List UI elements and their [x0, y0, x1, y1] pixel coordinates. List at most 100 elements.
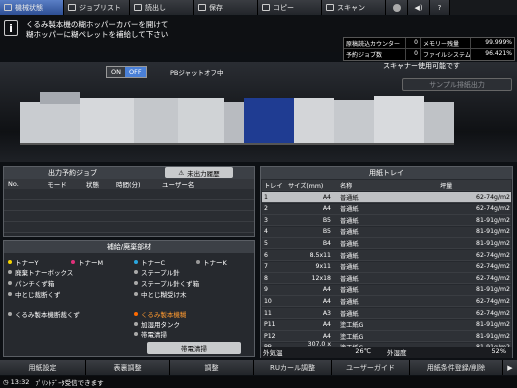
supply-charge-clean: 帯電清掃 [134, 329, 167, 339]
punch-icon [8, 281, 12, 285]
on-option[interactable]: ON [107, 67, 125, 77]
tab-scan[interactable]: スキャン [322, 0, 386, 15]
tray-row[interactable]: 4 B5 普通紙 81-91g/m2 [262, 226, 511, 238]
tray-name: 普通紙 [340, 240, 359, 248]
tray-size: B4 [322, 239, 331, 247]
block-icon [134, 292, 138, 296]
tab-job-list[interactable]: ジョブリスト [64, 0, 130, 15]
filesystem-value: 96.421% [485, 50, 512, 57]
tab-save[interactable]: 保存 [194, 0, 258, 15]
off-option[interactable]: OFF [124, 67, 146, 77]
clean-icon [134, 332, 138, 336]
charge-clean-button[interactable]: 帯電清掃 [147, 342, 241, 354]
filesystem-label: ファイルシステム残量 [421, 49, 471, 60]
tray-row[interactable]: 6 8.5x11 普通紙 62-74g/m2 [262, 250, 511, 261]
tray-row[interactable]: 9 A4 普通紙 81-91g/m2 [262, 284, 511, 296]
outside-temp-label: 外気温 [263, 349, 283, 357]
copy-icon [262, 4, 270, 11]
tray-size: 8.5x11 [309, 251, 331, 259]
adjust-button[interactable]: 調整 [170, 360, 254, 375]
more-button[interactable]: ▶ [503, 360, 517, 375]
job-row[interactable] [4, 200, 254, 211]
job-row[interactable] [4, 189, 254, 200]
tray-size: 9x11 [315, 263, 331, 271]
save-icon [198, 4, 206, 11]
tray-row[interactable]: 2 A4 普通紙 62-74g/m2 [262, 203, 511, 215]
tray-weight: 62-74g/m2 [476, 193, 510, 201]
glue-warning-icon [134, 312, 138, 316]
tray-name: 塗工紙G [340, 333, 364, 341]
tab-machine-status[interactable]: 機械状態 [0, 0, 64, 15]
tray-weight: 81-91g/m2 [476, 286, 510, 294]
tray-size: 12x18 [311, 274, 331, 282]
clock-icon: ◷ [3, 378, 9, 386]
help-icon: ? [437, 3, 442, 12]
tray-name: 普通紙 [340, 217, 359, 225]
bottom-button-bar: 用紙設定 表裏調整 調整 RUカール調整 ユーザーガイド 用紙条件登録/削除 ▶ [0, 360, 517, 375]
tray-weight: 81-91g/m2 [476, 332, 510, 340]
tray-tray: 4 [264, 228, 268, 236]
staple-waste-icon [134, 281, 138, 285]
reserved-jobs-value: 0 [406, 49, 421, 60]
tray-size: B5 [322, 228, 331, 236]
machine-image-area [0, 62, 517, 162]
toner-y-icon [8, 260, 12, 264]
status-text: ﾌﾟﾘﾝﾄﾃﾞｰﾀ受信できます [35, 379, 104, 387]
tray-row[interactable]: P11 A4 塗工紙G 81-91g/m2 [262, 319, 511, 331]
job-row[interactable] [4, 211, 254, 222]
tray-size: A3 [322, 309, 331, 317]
ru-curl-adjust-button[interactable]: RUカール調整 [254, 360, 332, 375]
tray-weight: 62-74g/m2 [476, 205, 510, 213]
status-time: 13:32 [10, 378, 30, 386]
tray-name: 普通紙 [340, 229, 359, 237]
jobs-header: No. モード 状態 時間(分) ユーザー名 [4, 179, 254, 189]
paper-condition-button[interactable]: 用紙条件登録/削除 [410, 360, 503, 375]
pb-power-toggle[interactable]: ON OFF [106, 66, 147, 78]
staple-icon [134, 270, 138, 274]
status-bar: ◷ 13:32 ﾌﾟﾘﾝﾄﾃﾞｰﾀ受信できます [0, 376, 517, 388]
info-icon: i [4, 20, 18, 36]
tab-recall[interactable]: 読出し [130, 0, 194, 15]
tray-header: トレイ サイズ(mm) 名称 坪量 [262, 180, 511, 191]
supplies-title: 補給/廃棄部材 [4, 241, 254, 253]
tray-row[interactable]: 3 B5 普通紙 81-91g/m2 [262, 215, 511, 227]
volume-button[interactable]: ◀) [408, 0, 430, 15]
front-back-adjust-button[interactable]: 表裏調整 [86, 360, 170, 375]
machine-icon [4, 4, 12, 11]
top-tab-bar: 機械状態 ジョブリスト 読出し 保存 コピー スキャン ◀) ? [0, 0, 517, 15]
message-line-2: 糊ホッパーに糊ペレットを補給して下さい [26, 30, 169, 39]
user-guide-button[interactable]: ユーザーガイド [332, 360, 410, 375]
tab-copy[interactable]: コピー [258, 0, 322, 15]
tray-name: 普通紙 [340, 287, 359, 295]
list-icon [68, 4, 76, 11]
help-button[interactable]: ? [430, 0, 450, 15]
tray-row[interactable]: 11 A3 普通紙 62-74g/m2 [262, 308, 511, 319]
tray-size: A4 [322, 286, 331, 294]
tray-row[interactable]: 1 A4 普通紙 62-74g/m2 [262, 192, 511, 203]
supply-toner-y: トナーY [8, 257, 38, 267]
unprinted-history-button[interactable]: ⚠ 未出力履歴 [165, 167, 233, 178]
tray-row[interactable]: 7 9x11 普通紙 62-74g/m2 [262, 261, 511, 273]
tray-row[interactable]: 5 B4 普通紙 81-91g/m2 [262, 238, 511, 250]
paper-tray-panel: 用紙トレイ トレイ サイズ(mm) 名称 坪量 1 A4 普通紙 62-74g/m2 2… [260, 166, 513, 358]
power-button[interactable] [386, 0, 408, 15]
supply-waste-toner: 廃棄トナーボックス [8, 267, 73, 277]
tray-row[interactable]: 8 12x18 普通紙 62-74g/m2 [262, 273, 511, 285]
tray-weight: 62-74g/m2 [476, 263, 510, 271]
tray-tray: 10 [264, 297, 272, 305]
job-row[interactable] [4, 222, 254, 233]
scan-icon [326, 4, 334, 11]
pb-status-text: PBジャットオフ中 [170, 69, 224, 77]
paper-setting-button[interactable]: 用紙設定 [0, 360, 86, 375]
arrow-right-icon: ▶ [507, 363, 513, 372]
memory-label: メモリー残量 [421, 38, 471, 48]
tray-name: 普通紙 [340, 194, 359, 202]
tray-name: 塗工紙G [340, 322, 364, 330]
tray-size: A4 [322, 193, 331, 201]
power-icon [392, 3, 401, 12]
humidity-value: 52% [491, 347, 506, 355]
sample-output-button[interactable]: サンプル排紙出力 [402, 78, 512, 91]
tray-row[interactable]: 10 A4 普通紙 62-74g/m2 [262, 296, 511, 308]
tray-weight: 62-74g/m2 [476, 274, 510, 282]
tray-tray: 2 [264, 205, 268, 213]
